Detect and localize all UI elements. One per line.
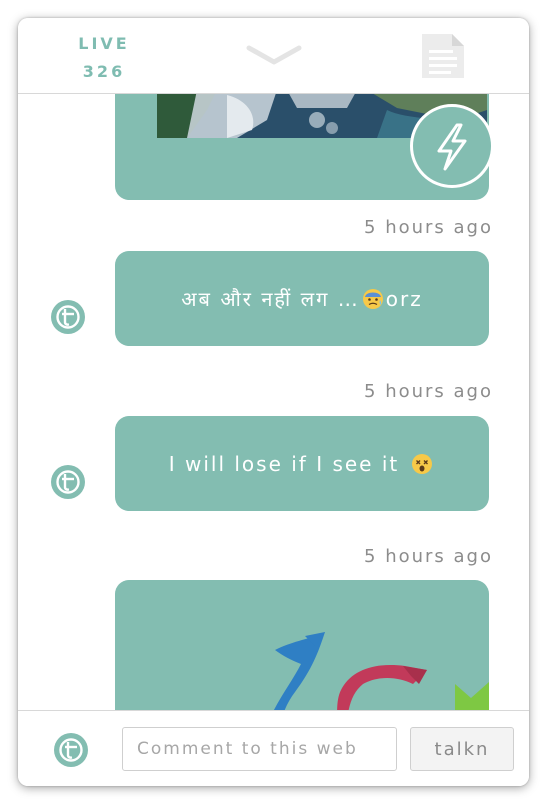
talkn-avatar-icon[interactable] bbox=[53, 732, 89, 768]
post-stream[interactable]: 5 hours ago अब और नहीं लग … orz 5 hours … bbox=[18, 94, 529, 710]
post-timestamp: 5 hours ago bbox=[364, 546, 493, 567]
dizzy-face-emoji bbox=[412, 453, 433, 474]
anxious-face-emoji bbox=[362, 288, 383, 309]
talkn-submit-button[interactable]: talkn bbox=[410, 727, 514, 771]
live-counter[interactable]: LIVE 326 bbox=[72, 30, 136, 86]
live-label: LIVE bbox=[78, 34, 130, 53]
lightning-bolt-icon bbox=[437, 123, 467, 171]
post-bubble-image-top[interactable] bbox=[115, 94, 494, 200]
talkn-avatar-icon[interactable] bbox=[50, 299, 86, 335]
bolt-badge[interactable] bbox=[410, 104, 494, 188]
post-text: अब और नहीं लग … bbox=[181, 287, 360, 311]
chevron-down-icon[interactable] bbox=[245, 44, 303, 68]
header: LIVE 326 bbox=[18, 18, 529, 94]
post-timestamp: 5 hours ago bbox=[364, 217, 493, 238]
post-text-suffix: orz bbox=[385, 286, 423, 311]
ribbon-logo-image bbox=[273, 632, 489, 710]
post-text: I will lose if I see it bbox=[168, 451, 400, 476]
live-count: 326 bbox=[82, 62, 126, 81]
post-bubble-text[interactable]: I will lose if I see it bbox=[115, 416, 489, 511]
talkn-avatar-icon[interactable] bbox=[50, 464, 86, 500]
comment-input[interactable] bbox=[122, 727, 397, 771]
post-bubble-image[interactable] bbox=[115, 580, 489, 710]
document-icon[interactable] bbox=[420, 32, 466, 80]
talkn-window: LIVE 326 5 hours ago अब और नहीं लग … orz… bbox=[18, 18, 529, 786]
post-bubble-text[interactable]: अब और नहीं लग … orz bbox=[115, 251, 489, 346]
post-timestamp: 5 hours ago bbox=[364, 381, 493, 402]
footer: talkn bbox=[18, 710, 529, 786]
